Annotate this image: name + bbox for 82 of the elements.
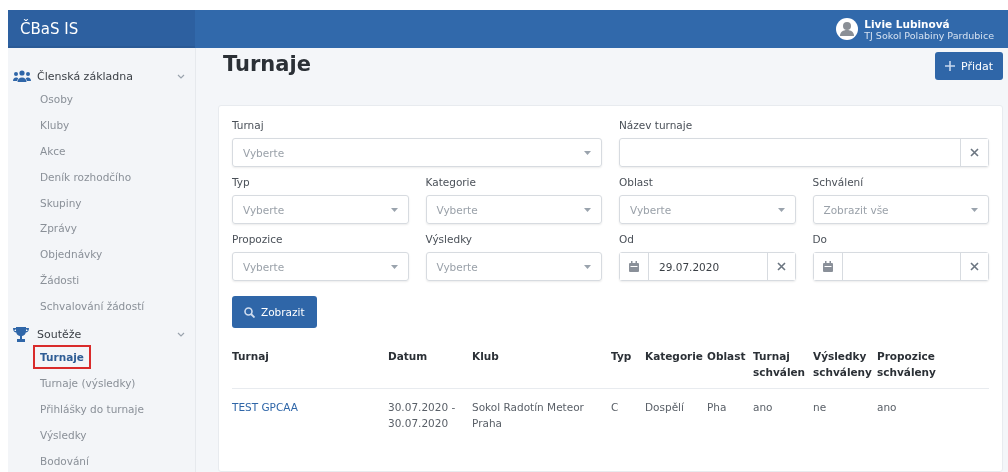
- menu-group-label: Soutěže: [37, 327, 83, 341]
- table-cell: ano: [753, 388, 813, 431]
- menu-group[interactable]: Soutěže: [8, 324, 195, 344]
- tournament-link[interactable]: TEST GPCAA: [232, 401, 298, 413]
- people-icon: [13, 70, 31, 82]
- dropdown[interactable]: Vyberte: [232, 252, 409, 281]
- caret-icon: [777, 207, 785, 212]
- menu-item[interactable]: Skupiny: [37, 194, 85, 211]
- menu-item[interactable]: Kluby: [37, 116, 73, 133]
- clear-button[interactable]: [960, 139, 988, 166]
- user-name[interactable]: Livie Lubinová: [864, 17, 994, 30]
- caret-icon: [390, 264, 398, 269]
- menu-item[interactable]: Bodování: [37, 452, 92, 469]
- dropdown[interactable]: Vyberte: [425, 252, 602, 281]
- close-icon: [970, 262, 979, 271]
- column-header: Typ: [611, 338, 645, 389]
- menu-item[interactable]: Osoby: [37, 91, 77, 107]
- caret-icon: [971, 207, 978, 212]
- column-header: Kategorie: [645, 338, 707, 389]
- date-field[interactable]: 29.07.2020: [619, 252, 796, 281]
- column-header: Oblast: [707, 338, 753, 389]
- field-label: Turnaj: [232, 118, 265, 133]
- app-logo[interactable]: ČBaS IS: [8, 10, 195, 48]
- column-header: Výsledky schváleny: [813, 338, 877, 389]
- field-label: Název turnaje: [619, 118, 694, 133]
- caret-icon: [584, 150, 591, 155]
- field-label: Typ: [232, 175, 251, 190]
- page-title: Turnaje: [223, 52, 311, 76]
- user-club: TJ Sokol Polabiny Pardubice: [864, 29, 994, 41]
- column-header: Turnaj: [232, 338, 388, 389]
- menu-item[interactable]: Akce: [37, 142, 69, 159]
- date-field[interactable]: [812, 252, 989, 281]
- caret-icon: [584, 264, 591, 269]
- table-cell: ano: [877, 388, 989, 431]
- table-cell: Pha: [707, 388, 753, 431]
- dropdown[interactable]: Vyberte: [232, 195, 409, 224]
- calendar-icon: [629, 261, 639, 272]
- add-button[interactable]: Přidat: [934, 52, 1003, 80]
- dropdown[interactable]: Vyberte: [619, 195, 796, 224]
- field-label: Oblast: [619, 175, 654, 190]
- field-label: Schválení: [812, 175, 865, 190]
- menu-item[interactable]: Schvalování žádostí: [37, 298, 148, 315]
- field-value: 29.07.2020: [658, 259, 721, 275]
- table-cell: 30.07.2020 - 30.07.2020: [388, 388, 472, 431]
- avatar-icon: [836, 18, 859, 40]
- menu-item[interactable]: Turnaje (výsledky): [37, 374, 139, 391]
- menu-item[interactable]: Deník rozhodčího: [37, 168, 135, 185]
- search-button[interactable]: Zobrazit: [232, 296, 317, 328]
- column-header: Klub: [472, 338, 611, 389]
- calendar-icon: [822, 261, 833, 272]
- close-icon: [776, 262, 786, 271]
- field-label: Výsledky: [425, 232, 474, 247]
- caret-icon: [584, 207, 591, 212]
- text-field[interactable]: [619, 138, 989, 167]
- column-header: Propozice schváleny: [877, 338, 989, 389]
- close-icon: [970, 148, 979, 157]
- menu-item[interactable]: Přihlášky do turnaje: [37, 400, 147, 417]
- plus-icon: [944, 61, 955, 71]
- dropdown[interactable]: Zobrazit vše: [812, 195, 989, 224]
- field-label: Kategorie: [425, 175, 477, 190]
- column-header: Turnaj schválen: [753, 338, 813, 389]
- table-cell: ne: [813, 388, 877, 431]
- dropdown[interactable]: Vyberte: [232, 138, 602, 167]
- menu-item[interactable]: Výsledky: [37, 426, 90, 443]
- menu-item[interactable]: Zprávy: [37, 220, 81, 237]
- table-cell: Sokol Radotín Meteor Praha: [472, 388, 611, 431]
- trophy-icon: [13, 326, 29, 342]
- table-cell: Dospělí: [645, 388, 707, 431]
- menu-item[interactable]: Objednávky: [37, 246, 106, 263]
- clear-button[interactable]: [766, 253, 795, 280]
- field-label: Od: [619, 232, 635, 247]
- field-label: Propozice: [232, 232, 284, 247]
- table-cell: C: [611, 388, 645, 431]
- column-header: Datum: [388, 338, 472, 389]
- dropdown[interactable]: Vyberte: [425, 195, 602, 224]
- menu-item[interactable]: Žádosti: [37, 272, 83, 289]
- menu-group[interactable]: Členská základna: [8, 66, 195, 86]
- search-icon: [244, 306, 255, 318]
- caret-icon: [390, 207, 398, 212]
- field-label: Do: [812, 232, 828, 247]
- menu-group-label: Členská základna: [37, 69, 134, 83]
- clear-button[interactable]: [960, 253, 988, 280]
